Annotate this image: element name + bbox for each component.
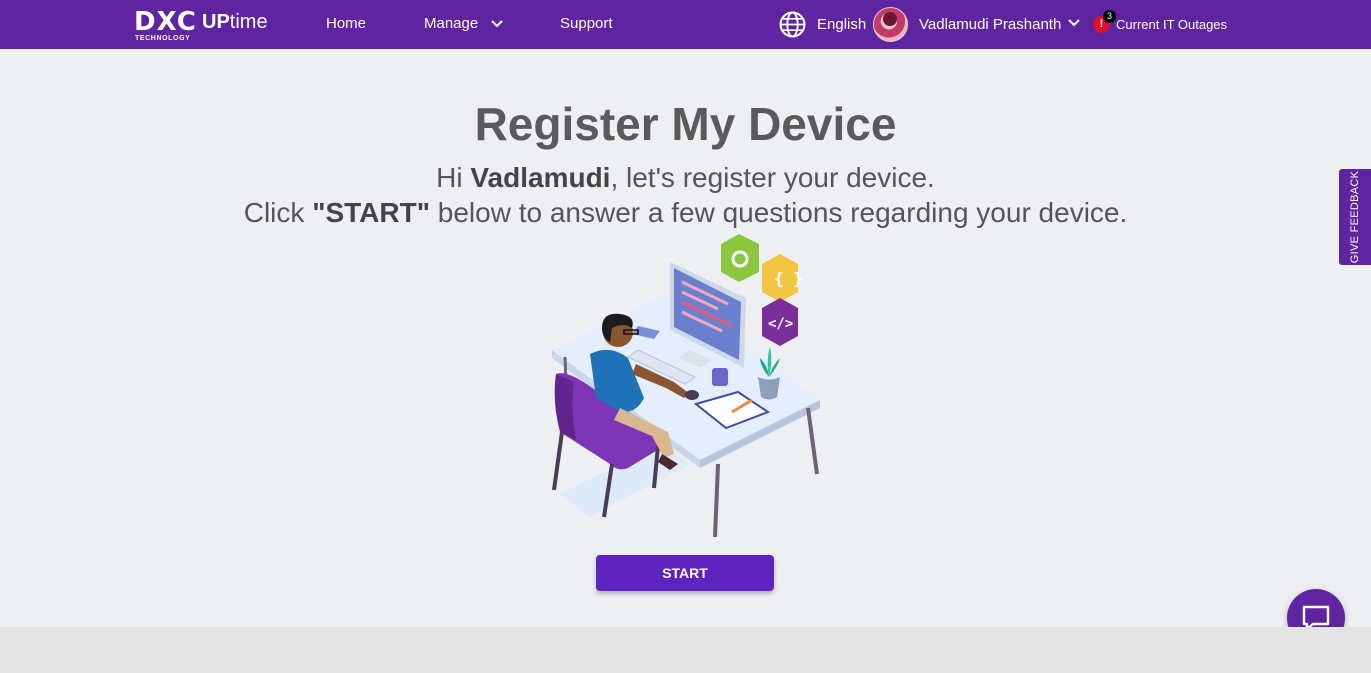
chevron-down-icon — [491, 20, 504, 28]
developer-at-desk-illustration: { } </> — [552, 234, 820, 538]
footer-band — [0, 627, 1371, 673]
logo-dxc-text: DXC — [134, 7, 197, 37]
language-selector[interactable]: English — [817, 16, 866, 33]
user-menu-chevron-down-icon[interactable] — [1068, 19, 1080, 27]
start-button[interactable]: START — [596, 555, 774, 591]
nav-manage-label: Manage — [424, 15, 479, 32]
outage-count-badge: 3 — [1103, 10, 1116, 23]
give-feedback-tab[interactable]: GIVE FEEDBACK — [1339, 169, 1371, 265]
give-feedback-label: GIVE FEEDBACK — [1349, 170, 1361, 264]
user-menu-name[interactable]: Vadlamudi Prashanth — [919, 16, 1061, 33]
page-title: Register My Device — [474, 98, 897, 150]
current-it-outages-link[interactable]: Current IT Outages — [1116, 17, 1227, 32]
svg-text:</>: </> — [768, 316, 793, 332]
nav-manage-dropdown[interactable]: Manage — [424, 15, 504, 33]
instruction-text: Click "START" below to answer a few ques… — [243, 197, 1128, 228]
nav-home[interactable]: Home — [326, 15, 366, 33]
greeting-user-name: Vadlamudi — [470, 162, 611, 193]
logo-technology-text: TECHNOLOGY — [135, 35, 191, 42]
nav-support[interactable]: Support — [560, 15, 613, 33]
user-avatar[interactable] — [873, 7, 908, 42]
logo-uptime-text: UPtime — [202, 11, 268, 33]
top-navigation-bar: DXC TECHNOLOGY UPtime Home Manage Suppor… — [0, 0, 1371, 49]
svg-text:{ }: { } — [774, 269, 803, 288]
globe-icon[interactable] — [779, 11, 806, 38]
dxc-uptime-logo[interactable]: DXC TECHNOLOGY UPtime — [134, 8, 284, 44]
greeting-text: Hi Vadlamudi, let's register your device… — [436, 162, 935, 193]
instruction-keyword: "START" — [312, 197, 430, 228]
